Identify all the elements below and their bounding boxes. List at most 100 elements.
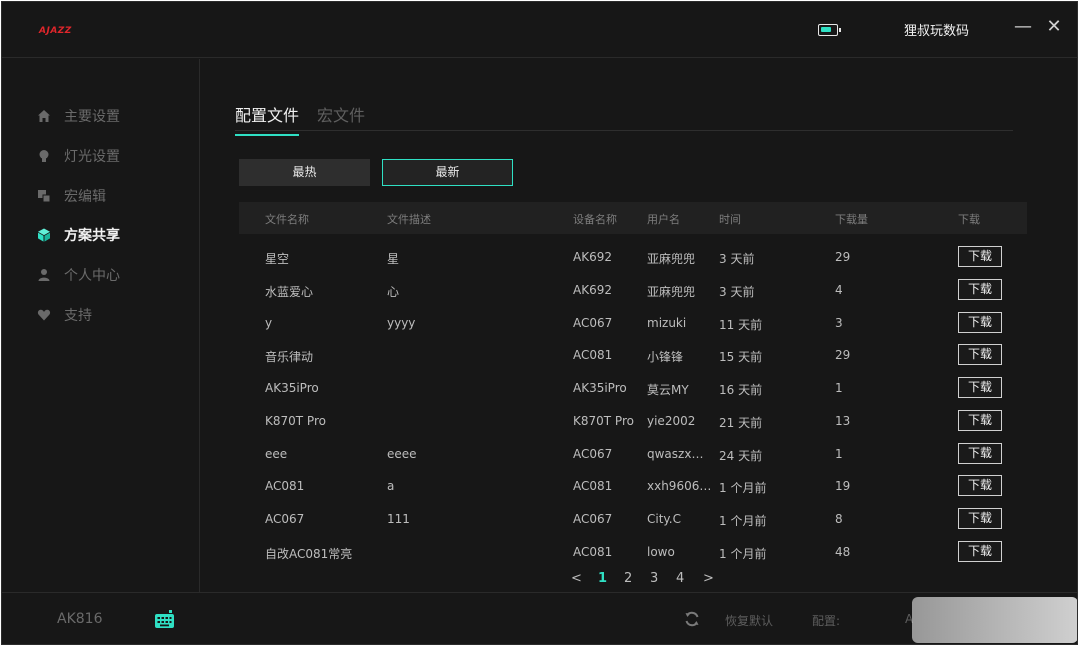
main-panel: 配置文件 宏文件 最热 最新 文件名称 文件描述 设备名称 用户名 时间 下载量… (201, 59, 1077, 592)
app-window: AJAZZ 狸叔玩数码 — ✕ 主要设置 灯光设置 宏编辑 方案共享 个人中心 … (1, 1, 1078, 645)
table-row: 星空 星 AK692 亚麻兜兜 3 天前 29 下载 (239, 242, 1027, 274)
username-cell: mizuki (647, 316, 687, 330)
reset-default-button[interactable]: 恢复默认 (725, 612, 773, 629)
footer-bar: AK816 恢复默认 配置: A (2, 592, 1077, 644)
table-row: AK35iPro AK35iPro 莫云MY 16 天前 1 下载 (239, 373, 1027, 405)
column-header-description: 文件描述 (387, 213, 431, 226)
tab-config-files[interactable]: 配置文件 (235, 102, 300, 136)
file-description-cell: yyyy (387, 316, 416, 330)
file-name-cell: AC081 (265, 479, 305, 493)
download-button[interactable]: 下载 (958, 344, 1002, 365)
file-description-cell: eeee (387, 447, 417, 461)
username-cell: 小锋锋 (647, 350, 684, 364)
user-icon (37, 268, 51, 282)
home-icon (37, 109, 51, 123)
download-button[interactable]: 下载 (958, 508, 1002, 529)
column-header-time: 时间 (719, 213, 741, 226)
pagination-next-button[interactable]: > (703, 571, 714, 586)
download-button[interactable]: 下载 (958, 312, 1002, 333)
macro-icon (37, 189, 51, 203)
download-count-cell: 29 (835, 250, 851, 264)
battery-level-fill (821, 27, 832, 32)
device-name-cell: AK692 (573, 250, 612, 264)
pagination-prev-button[interactable]: < (571, 571, 582, 586)
sidebar-item-label: 方案共享 (64, 228, 120, 244)
close-button[interactable]: ✕ (1043, 16, 1065, 38)
sort-hottest-button[interactable]: 最热 (239, 159, 370, 186)
file-name-cell: AC067 (265, 512, 305, 526)
table-row: 自改AC081常亮 AC081 lowo 1 个月前 48 下载 (239, 537, 1027, 569)
time-cell: 3 天前 (719, 252, 755, 266)
file-name-cell: 自改AC081常亮 (265, 547, 353, 561)
download-button[interactable]: 下载 (958, 410, 1002, 431)
download-button[interactable]: 下载 (958, 541, 1002, 562)
table-row: AC081 a AC081 xxh960626 1 个月前 19 下载 (239, 471, 1027, 503)
download-button[interactable]: 下载 (958, 246, 1002, 267)
time-cell: 24 天前 (719, 449, 763, 463)
table-header: 文件名称 文件描述 设备名称 用户名 时间 下载量 下载 (239, 202, 1027, 234)
pagination-page-1[interactable]: 1 (598, 571, 607, 586)
sidebar-item-personal-center[interactable]: 个人中心 (37, 263, 120, 287)
username-cell: yie2002 (647, 414, 696, 428)
file-name-cell: eee (265, 447, 288, 461)
lightbulb-icon (37, 149, 51, 163)
sidebar-item-support[interactable]: 支持 (37, 303, 92, 327)
device-name-cell: AC067 (573, 447, 613, 461)
file-description-cell: 心 (387, 285, 400, 299)
sort-newest-button[interactable]: 最新 (382, 159, 513, 186)
sidebar-item-lighting[interactable]: 灯光设置 (37, 144, 120, 168)
download-count-cell: 4 (835, 283, 843, 297)
sidebar-item-main-settings[interactable]: 主要设置 (37, 104, 120, 128)
sidebar-item-label: 主要设置 (64, 109, 120, 125)
download-count-cell: 1 (835, 381, 843, 395)
brand-logo: AJAZZ (39, 26, 72, 36)
device-name-cell: AC067 (573, 316, 613, 330)
download-button[interactable]: 下载 (958, 377, 1002, 398)
cube-icon (37, 228, 51, 242)
username-cell: lowo (647, 545, 675, 559)
table-row: y yyyy AC067 mizuki 11 天前 3 下载 (239, 308, 1027, 340)
minimize-button[interactable]: — (1012, 16, 1034, 38)
device-name-cell: AC081 (573, 479, 613, 493)
file-name-cell: K870T Pro (265, 414, 326, 428)
username-label[interactable]: 狸叔玩数码 (904, 20, 969, 39)
sidebar-item-label: 支持 (64, 308, 92, 324)
time-cell: 21 天前 (719, 416, 763, 430)
download-count-cell: 19 (835, 479, 851, 493)
sidebar: 主要设置 灯光设置 宏编辑 方案共享 个人中心 支持 (2, 59, 200, 592)
download-button[interactable]: 下载 (958, 279, 1002, 300)
time-cell: 11 天前 (719, 318, 763, 332)
watermark-overlay (912, 597, 1077, 643)
config-label: 配置: (812, 614, 841, 628)
device-name-label: AK816 (57, 611, 103, 627)
file-description-cell: a (387, 479, 395, 493)
pagination-page-4[interactable]: 4 (676, 571, 684, 586)
device-name-cell: AK692 (573, 283, 612, 297)
file-name-cell: 水蓝爱心 (265, 285, 314, 299)
time-cell: 15 天前 (719, 350, 763, 364)
battery-icon (818, 24, 841, 36)
sidebar-item-macro[interactable]: 宏编辑 (37, 184, 106, 208)
column-header-user: 用户名 (647, 213, 680, 226)
pagination-page-2[interactable]: 2 (624, 571, 632, 586)
tab-macro-files[interactable]: 宏文件 (317, 102, 365, 134)
pagination-page-3[interactable]: 3 (650, 571, 658, 586)
sidebar-item-label: 宏编辑 (64, 189, 106, 205)
download-count-cell: 13 (835, 414, 851, 428)
file-name-cell: 音乐律动 (265, 350, 314, 364)
heart-icon (37, 308, 51, 322)
download-button[interactable]: 下载 (958, 475, 1002, 496)
time-cell: 3 天前 (719, 285, 755, 299)
sidebar-item-label: 灯光设置 (64, 149, 120, 165)
title-bar: AJAZZ 狸叔玩数码 — ✕ (2, 2, 1077, 58)
time-cell: 1 个月前 (719, 514, 767, 528)
device-name-cell: K870T Pro (573, 414, 634, 428)
time-cell: 1 个月前 (719, 547, 767, 561)
download-button[interactable]: 下载 (958, 443, 1002, 464)
time-cell: 1 个月前 (719, 481, 767, 495)
refresh-icon[interactable] (684, 611, 700, 627)
table-row: AC067 111 AC067 City.C 1 个月前 8 下载 (239, 504, 1027, 536)
download-count-cell: 8 (835, 512, 843, 526)
sidebar-item-scheme-share[interactable]: 方案共享 (37, 223, 120, 247)
keyboard-icon[interactable] (154, 609, 175, 630)
